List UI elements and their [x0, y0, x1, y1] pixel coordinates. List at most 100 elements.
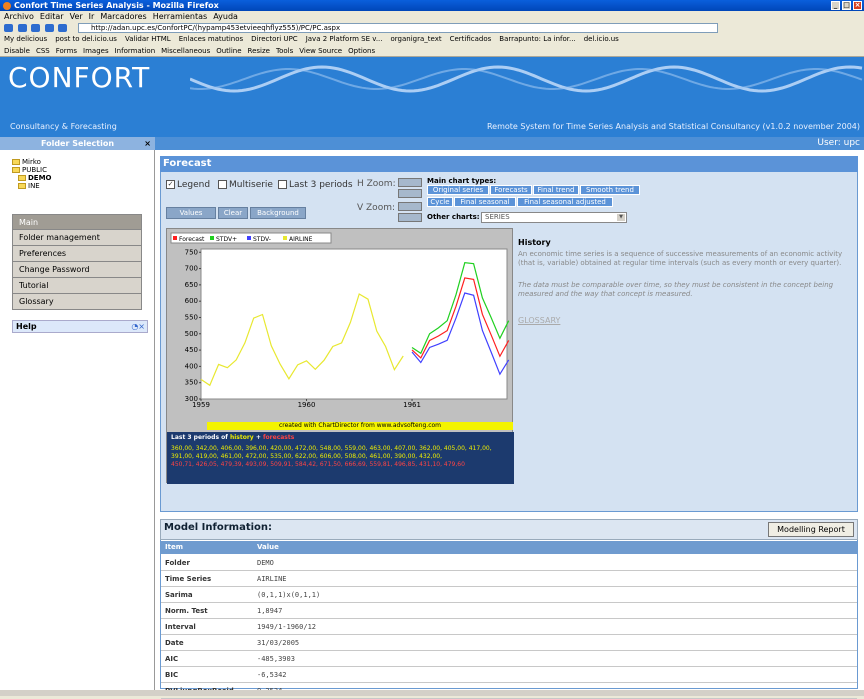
sidebar-item-main[interactable]: Main [12, 214, 142, 230]
close-window-button[interactable]: × [853, 1, 862, 10]
reload-icon[interactable] [31, 23, 41, 32]
sidebar-item-folder-management[interactable]: Folder management [12, 230, 142, 246]
background-button[interactable]: Background [250, 207, 306, 219]
stop-icon[interactable] [44, 23, 54, 32]
webdev-menu-7[interactable]: Resize [248, 47, 270, 55]
folder-selection-title: Folder Selection × [0, 137, 155, 150]
web-developer-toolbar: Disable CSS Forms Images Information Miscella… [0, 45, 864, 57]
webdev-menu-6[interactable]: Outline [216, 47, 241, 55]
webdev-menu-10[interactable]: Options [348, 47, 375, 55]
y-tick-label: 450 [185, 346, 198, 354]
minimize-button[interactable]: _ [831, 1, 840, 10]
window-title-bar: Confort Time Series Analysis - Mozilla F… [0, 0, 864, 11]
folder-open-icon [12, 167, 20, 173]
webdev-menu-8[interactable]: Tools [276, 47, 293, 55]
menu-item-5[interactable]: Herramientas [153, 12, 208, 21]
y-tick-label: 400 [185, 362, 198, 370]
table-row: Time Series AIRLINE [161, 571, 857, 587]
forecast-chart: Forecast STDV+ STDV- AIRLINE300350400450500… [170, 232, 510, 409]
bookmark-1[interactable]: post to del.icio.us [55, 35, 117, 43]
menu-item-2[interactable]: Ver [70, 12, 83, 21]
bookmark-9[interactable]: del.icio.us [584, 35, 619, 43]
final-trend-button[interactable]: Final trend [533, 185, 579, 195]
final-seasonal-button[interactable]: Final seasonal [454, 197, 516, 207]
legend-swatch-1 [210, 236, 214, 240]
folder-icon [12, 159, 20, 165]
bookmark-3[interactable]: Enlaces matutinos [179, 35, 243, 43]
other-charts-label: Other charts: [427, 213, 480, 221]
webdev-menu-2[interactable]: Forms [56, 47, 77, 55]
glossary-link[interactable]: GLOSSARY [518, 316, 560, 325]
logo-subtitle: Consultancy & Forecasting [10, 122, 117, 131]
v-zoom-in-button[interactable] [398, 213, 422, 222]
final-seasonal-adjusted-button[interactable]: Final seasonal adjusted [517, 197, 613, 207]
site-header: CONFORT Consultancy & Forecasting Remote… [0, 57, 864, 137]
h-zoom-in-button[interactable] [398, 189, 422, 198]
user-label: User: upc [817, 138, 860, 148]
modelling-report-button[interactable]: Modelling Report [768, 522, 854, 537]
sidebar-item-change-password[interactable]: Change Password [12, 262, 142, 278]
legend-checkbox[interactable]: ✓ Legend [166, 180, 210, 190]
webdev-menu-0[interactable]: Disable [4, 47, 30, 55]
row-value: (0,1,1)x(0,1,1) [257, 591, 321, 599]
bookmark-2[interactable]: Validar HTML [125, 35, 171, 43]
help-panel-header[interactable]: Help ◔× [12, 320, 148, 333]
forecasts-button[interactable]: Forecasts [490, 185, 532, 195]
original-series-button[interactable]: Original series [427, 185, 489, 195]
row-value: 1949/1-1960/12 [257, 623, 317, 631]
h-zoom-label: H Zoom: [357, 179, 396, 189]
close-icon[interactable]: × [144, 137, 151, 150]
x-tick-label: 1961 [403, 401, 421, 409]
y-tick-label: 700 [185, 265, 198, 273]
h-zoom-out-button[interactable] [398, 178, 422, 187]
multiserie-checkbox[interactable]: Multiserie [218, 180, 273, 190]
row-value: -6,5342 [257, 671, 287, 679]
tree-item-ine[interactable]: INE [18, 182, 40, 190]
menu-item-6[interactable]: Ayuda [213, 12, 238, 21]
webdev-menu-5[interactable]: Miscellaneous [161, 47, 210, 55]
webdev-menu-9[interactable]: View Source [299, 47, 342, 55]
bookmark-5[interactable]: Java 2 Platform SE v... [306, 35, 383, 43]
maximize-button[interactable]: □ [842, 1, 851, 10]
webdev-menu-1[interactable]: CSS [36, 47, 50, 55]
menu-item-3[interactable]: Ir [89, 12, 95, 21]
smooth-trend-button[interactable]: Smooth trend [580, 185, 640, 195]
last-3-periods-checkbox[interactable]: Last 3 periods [278, 180, 353, 190]
table-row: BIC -6,5342 [161, 667, 857, 683]
cycle-button[interactable]: Cycle [427, 197, 453, 207]
forward-icon[interactable] [17, 23, 27, 32]
bookmark-7[interactable]: Certificados [450, 35, 492, 43]
tree-item-demo[interactable]: DEMO [18, 174, 52, 182]
webdev-menu-3[interactable]: Images [83, 47, 109, 55]
folder-icon [18, 183, 26, 189]
menu-item-1[interactable]: Editar [40, 12, 64, 21]
status-bar [0, 690, 864, 696]
menu-item-4[interactable]: Marcadores [100, 12, 146, 21]
address-bar[interactable]: http://adan.upc.es/ConfortPC/(hypamp453e… [78, 23, 718, 33]
bookmark-0[interactable]: My delicious [4, 35, 47, 43]
legend-swatch-0 [173, 236, 177, 240]
main-chart-types-label: Main chart types: [427, 177, 497, 185]
bookmark-4[interactable]: Directori UPC [251, 35, 298, 43]
tree-item-public[interactable]: PUBLIC [12, 166, 47, 174]
home-icon[interactable] [58, 23, 68, 32]
bookmark-8[interactable]: Barrapunto: La infor... [499, 35, 575, 43]
legend-label-1: STDV+ [216, 236, 237, 243]
values-button[interactable]: Values [166, 207, 216, 219]
menu-item-0[interactable]: Archivo [4, 12, 34, 21]
back-icon[interactable] [4, 23, 13, 32]
other-charts-select[interactable]: SERIES ▼ [481, 212, 627, 223]
sidebar-item-tutorial[interactable]: Tutorial [12, 278, 142, 294]
sidebar-item-glossary[interactable]: Glossary [12, 294, 142, 310]
history-title: History [518, 238, 551, 247]
sidebar-item-preferences[interactable]: Preferences [12, 246, 142, 262]
clear-button[interactable]: Clear [218, 207, 248, 219]
webdev-menu-4[interactable]: Information [115, 47, 156, 55]
tree-item-mirko[interactable]: Mirko [12, 158, 41, 166]
help-close-icon[interactable]: ◔× [131, 321, 145, 333]
bookmark-6[interactable]: organigra_text [391, 35, 442, 43]
legend-label-0: Forecast [179, 236, 205, 243]
history-values-row1: 360,00, 342,00, 406,00, 396,00, 420,00, … [171, 445, 492, 452]
v-zoom-out-button[interactable] [398, 202, 422, 211]
row-value: DEMO [257, 559, 274, 567]
